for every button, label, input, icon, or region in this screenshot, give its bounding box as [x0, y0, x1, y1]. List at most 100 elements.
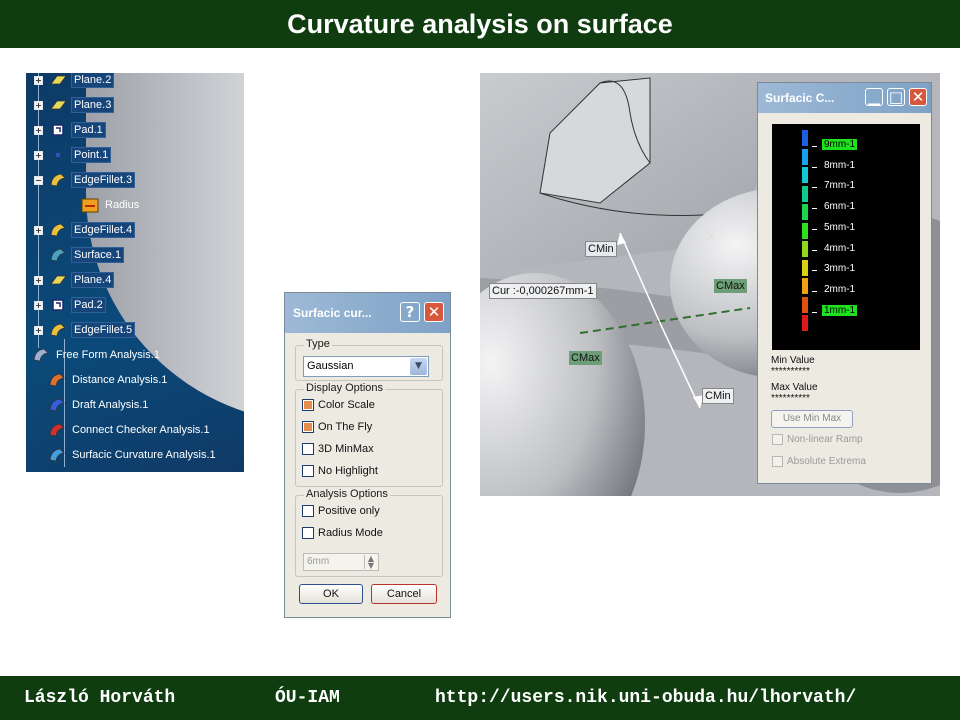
expand-icon[interactable]: +	[34, 150, 43, 160]
tree-item[interactable]: + EdgeFillet.5	[34, 319, 136, 341]
tree-item[interactable]: Surface.1	[34, 244, 125, 266]
max-value-label: Max Value	[771, 382, 818, 393]
nonlinear-ramp-option[interactable]: Non-linear Ramp	[772, 434, 863, 445]
collapse-icon[interactable]: −	[34, 175, 43, 185]
cmin-label-top: CMin	[585, 241, 617, 257]
checkbox[interactable]	[302, 465, 314, 477]
cmax-label-right: CMax	[714, 279, 747, 293]
expand-icon[interactable]: +	[34, 125, 43, 135]
tree-item[interactable]: + Point.1	[34, 144, 112, 166]
absolute-extrema-option[interactable]: Absolute Extrema	[772, 456, 866, 467]
expand-icon[interactable]: +	[34, 75, 43, 85]
option-label: On The Fly	[318, 421, 373, 433]
max-value: **********	[771, 393, 810, 404]
option-no-highlight[interactable]: No Highlight	[302, 465, 378, 477]
spinner-icon: ▲ ▼	[364, 555, 377, 570]
pad-icon	[49, 297, 67, 313]
expand-icon[interactable]: +	[34, 300, 43, 310]
scale-tick-label: 9mm-1	[811, 139, 858, 150]
option-label: 3D MinMax	[318, 443, 374, 455]
chevron-down-icon[interactable]: ▼	[410, 358, 427, 375]
checkbox[interactable]	[302, 443, 314, 455]
cmin-label-bottom: CMin	[702, 388, 734, 404]
option-color-scale[interactable]: Color Scale	[302, 399, 375, 411]
cmax-label-left: CMax	[569, 351, 602, 365]
scale-tick-label: 4mm-1	[811, 242, 856, 254]
type-select[interactable]: Gaussian ▼	[303, 356, 429, 377]
scale-dialog-titlebar[interactable]: Surfacic C... ▁ □ ✕	[758, 83, 931, 113]
tree-item[interactable]: + EdgeFillet.4	[34, 219, 136, 241]
tree-item-label: Surfacic Curvature Analysis.1	[72, 449, 216, 461]
expand-icon[interactable]: +	[34, 100, 43, 110]
color-swatch	[802, 185, 808, 202]
radius-icon	[81, 197, 99, 213]
tree-item-label: EdgeFillet.3	[71, 172, 136, 188]
tree-item-label: Plane.4	[71, 272, 115, 288]
maximize-icon[interactable]: □	[887, 88, 905, 106]
surfacic-curvature-icon	[48, 447, 66, 463]
option-label: No Highlight	[318, 465, 378, 477]
color-swatch	[802, 259, 808, 276]
tree-item[interactable]: Radius	[66, 194, 141, 216]
footer-author: László Horváth	[24, 688, 176, 708]
type-group-label: Type	[304, 338, 332, 350]
specification-tree-panel: + Plane.2 + Plane.3 + Pad.1 + Point.1 − EdgeFille…	[26, 73, 244, 472]
free-form-analysis-icon	[32, 347, 50, 363]
tree-item-label: EdgeFillet.4	[71, 222, 136, 238]
option-3d-minmax[interactable]: 3D MinMax	[302, 443, 374, 455]
option-label: Color Scale	[318, 399, 375, 411]
tree-item[interactable]: Connect Checker Analysis.1	[48, 419, 212, 441]
tree-item[interactable]: − EdgeFillet.3	[34, 169, 136, 191]
radius-value: 6mm	[307, 556, 330, 567]
footer-url: http://users.nik.uni-obuda.hu/lhorvath/	[435, 688, 857, 708]
expand-icon[interactable]: +	[34, 325, 43, 335]
draft-analysis-icon	[48, 397, 66, 413]
tree-item[interactable]: + Plane.4	[34, 269, 115, 291]
checkbox[interactable]	[302, 527, 314, 539]
min-value: **********	[771, 366, 810, 377]
close-icon[interactable]: ✕	[909, 88, 927, 106]
tree-item-label: Radius	[105, 199, 140, 211]
color-swatch	[802, 278, 808, 294]
checkbox[interactable]	[302, 399, 314, 411]
nonlinear-ramp-checkbox[interactable]	[772, 434, 783, 445]
color-swatch	[802, 167, 808, 183]
option-radius-mode[interactable]: Radius Mode	[302, 527, 383, 539]
option-on-the-fly[interactable]: On The Fly	[302, 421, 372, 433]
expand-icon[interactable]: +	[34, 275, 43, 285]
color-swatch	[802, 296, 808, 313]
dialog-titlebar[interactable]: Surfacic cur... ? ✕	[285, 293, 450, 333]
slide-footer: László Horváth ÓU-IAM http://users.nik.u…	[0, 676, 960, 720]
checkbox[interactable]	[302, 421, 314, 433]
expand-icon[interactable]: +	[34, 225, 43, 235]
color-swatch	[802, 204, 808, 220]
tree-item[interactable]: + Pad.1	[34, 119, 106, 141]
minimize-icon[interactable]: ▁	[865, 88, 883, 106]
edge-fillet-icon	[49, 222, 67, 238]
ok-button[interactable]: OK	[299, 584, 363, 604]
tree-item[interactable]: Free Form Analysis.1	[32, 344, 162, 366]
close-icon[interactable]: ✕	[424, 302, 444, 322]
tree-item-label: Connect Checker Analysis.1	[72, 424, 210, 436]
checkbox[interactable]	[302, 505, 314, 517]
absolute-extrema-label: Absolute Extrema	[787, 456, 866, 467]
tree-item[interactable]: + Plane.3	[34, 94, 115, 116]
tree-item-label: Plane.2	[71, 73, 115, 88]
scale-tick-label: 2mm-1	[811, 283, 856, 295]
help-icon[interactable]: ?	[400, 302, 420, 322]
tree-item[interactable]: Distance Analysis.1	[48, 369, 169, 391]
tree-item[interactable]: + Plane.2	[34, 73, 115, 91]
color-swatch	[802, 315, 808, 331]
cancel-button[interactable]: Cancel	[371, 584, 437, 604]
color-swatch	[802, 222, 808, 239]
tree-item[interactable]: Draft Analysis.1	[48, 394, 150, 416]
tree-item[interactable]: Surfacic Curvature Analysis.1	[48, 444, 218, 466]
footer-institute: ÓU-IAM	[275, 688, 340, 708]
use-min-max-button[interactable]: Use Min Max	[771, 410, 853, 428]
option-positive-only[interactable]: Positive only	[302, 505, 380, 517]
display-options-label: Display Options	[304, 382, 386, 394]
plane-icon	[49, 97, 67, 113]
scale-tick-label: 8mm-1	[811, 159, 856, 171]
tree-item[interactable]: + Pad.2	[34, 294, 106, 316]
absolute-extrema-checkbox[interactable]	[772, 456, 783, 467]
